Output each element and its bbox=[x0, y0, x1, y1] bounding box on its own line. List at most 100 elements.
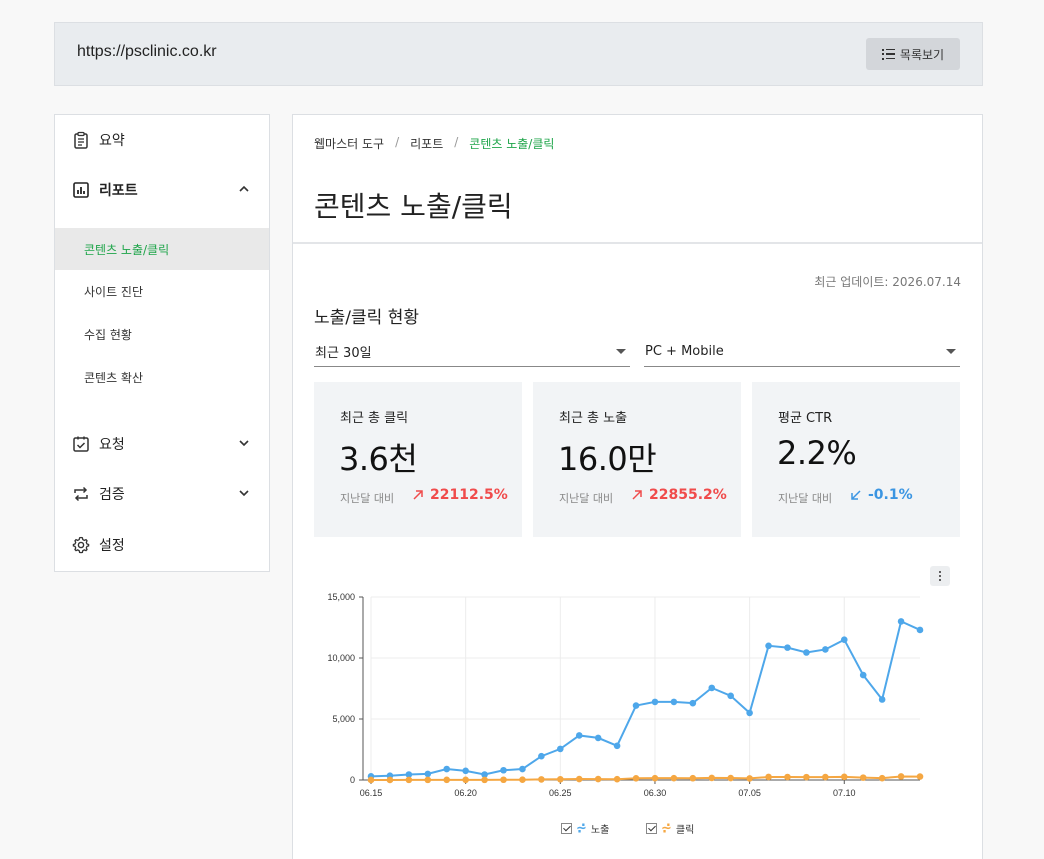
stat-label: 최근 총 노출 bbox=[559, 411, 628, 426]
data-point bbox=[859, 774, 867, 781]
breadcrumb-root[interactable]: 웹마스터 도구 bbox=[314, 135, 384, 152]
sidebar-item-summary[interactable]: 요약 bbox=[55, 120, 269, 160]
legend-item-clicks[interactable]: ⩫ 클릭 bbox=[646, 821, 694, 836]
y-tick-label: 0 bbox=[350, 775, 355, 785]
caret-down-icon bbox=[616, 349, 626, 354]
data-point bbox=[708, 684, 716, 692]
y-tick-label: 5,000 bbox=[332, 714, 355, 724]
data-point bbox=[481, 776, 488, 784]
data-point bbox=[594, 775, 602, 783]
period-select[interactable]: 최근 30일 bbox=[314, 337, 630, 367]
stat-compare-label: 지난달 대비 bbox=[340, 492, 395, 505]
chevron-down-icon[interactable] bbox=[237, 486, 251, 500]
sidebar-item-request[interactable]: 요청 bbox=[55, 424, 269, 464]
stat-value: 2.2% bbox=[777, 434, 857, 472]
legend-checkbox[interactable] bbox=[561, 823, 572, 834]
sidebar-item-settings[interactable]: 설정 bbox=[55, 525, 269, 565]
main-panel: 웹마스터 도구 / 리포트 / 콘텐츠 노출/클릭 콘텐츠 노출/클릭 최근 업… bbox=[292, 114, 983, 859]
data-point bbox=[632, 702, 640, 709]
data-point bbox=[462, 767, 469, 775]
series-line-impressions bbox=[370, 619, 921, 778]
breadcrumb: 웹마스터 도구 / 리포트 / 콘텐츠 노출/클릭 bbox=[314, 135, 554, 152]
legend-item-impressions[interactable]: ⩫ 노출 bbox=[561, 821, 609, 836]
device-select-value: PC + Mobile bbox=[645, 344, 724, 359]
data-point bbox=[822, 773, 829, 781]
stat-change-value: 22112.5% bbox=[430, 487, 508, 503]
series-swatch-icon: ⩫ bbox=[576, 821, 587, 836]
series-swatch-icon: ⩫ bbox=[661, 821, 672, 836]
sidebar-item-report[interactable]: 리포트 bbox=[55, 170, 269, 210]
device-select[interactable]: PC + Mobile bbox=[644, 337, 960, 367]
data-point bbox=[386, 776, 394, 784]
data-point bbox=[727, 774, 734, 782]
data-point bbox=[746, 775, 753, 782]
sidebar-label: 요약 bbox=[99, 133, 125, 149]
data-point bbox=[632, 774, 640, 782]
sidebar-label: 요청 bbox=[99, 437, 125, 453]
stat-value: 16.0만 bbox=[558, 440, 657, 478]
data-point bbox=[670, 698, 678, 706]
data-point bbox=[538, 752, 545, 760]
stat-compare-label: 지난달 대비 bbox=[778, 492, 833, 505]
sidebar-subitem-content-exposure[interactable]: 콘텐츠 노출/클릭 bbox=[55, 228, 269, 270]
list-icon bbox=[881, 48, 895, 60]
data-point bbox=[519, 776, 526, 783]
breadcrumb-separator: / bbox=[454, 135, 459, 149]
dot-icon bbox=[939, 579, 941, 581]
data-point bbox=[897, 618, 905, 625]
sidebar-subitem-collection-status[interactable]: 수집 현황 bbox=[55, 313, 269, 355]
data-point bbox=[897, 773, 905, 780]
stat-label: 최근 총 클릭 bbox=[340, 411, 409, 426]
x-tick-label: 06.25 bbox=[549, 788, 572, 798]
chevron-down-icon[interactable] bbox=[237, 436, 251, 450]
x-tick-label: 06.15 bbox=[360, 788, 383, 798]
url-text[interactable]: https://psclinic.co.kr bbox=[77, 43, 217, 61]
chart-menu-button[interactable] bbox=[930, 566, 950, 586]
breadcrumb-current: 콘텐츠 노출/클릭 bbox=[469, 137, 555, 151]
data-point bbox=[557, 775, 564, 783]
data-point bbox=[613, 742, 621, 750]
clipboard-icon bbox=[72, 131, 90, 149]
data-point bbox=[784, 773, 791, 781]
series-line-clicks bbox=[371, 775, 921, 781]
data-point bbox=[878, 774, 886, 782]
data-point bbox=[727, 692, 734, 700]
divider bbox=[293, 242, 982, 244]
list-view-button[interactable]: 목록보기 bbox=[866, 38, 960, 70]
data-point bbox=[784, 644, 791, 651]
page-title: 콘텐츠 노출/클릭 bbox=[314, 190, 513, 223]
impressions-clicks-chart: 0 5,000 10,000 15,000 06.15 06.20 06.25 06.30 07… bbox=[327, 592, 924, 798]
y-tick-label: 15,000 bbox=[327, 592, 355, 602]
stat-value: 3.6천 bbox=[339, 440, 418, 478]
data-point bbox=[746, 709, 753, 717]
stat-compare-label: 지난달 대비 bbox=[559, 492, 614, 505]
stat-card-ctr: 평균 CTR 2.2% 지난달 대비 -0.1% bbox=[752, 382, 960, 537]
last-updated: 최근 업데이트: 2026.07.14 bbox=[814, 275, 961, 289]
data-point bbox=[670, 774, 678, 782]
legend-label: 노출 bbox=[590, 825, 610, 836]
data-point bbox=[575, 775, 583, 783]
data-point bbox=[840, 636, 848, 643]
section-title: 노출/클릭 현황 bbox=[314, 308, 419, 328]
bar-chart-icon bbox=[72, 181, 90, 199]
data-point bbox=[519, 765, 526, 773]
sidebar-item-verify[interactable]: 검증 bbox=[55, 474, 269, 514]
data-point bbox=[424, 770, 432, 778]
data-point bbox=[613, 775, 621, 783]
sidebar-subitem-site-diagnosis[interactable]: 사이트 진단 bbox=[55, 270, 269, 312]
data-point bbox=[500, 766, 507, 774]
sidebar-subitem-content-spread[interactable]: 콘텐츠 확산 bbox=[55, 356, 269, 398]
checkbox-icon bbox=[72, 435, 90, 453]
legend-checkbox[interactable] bbox=[646, 823, 657, 834]
data-point bbox=[765, 642, 772, 650]
data-point bbox=[878, 696, 886, 703]
data-point bbox=[424, 776, 432, 784]
stat-change: -0.1% bbox=[850, 487, 913, 503]
browser-bar: https://psclinic.co.kr 목록보기 bbox=[54, 22, 983, 86]
data-point bbox=[367, 776, 375, 784]
sidebar: 요약 리포트 콘텐츠 노출/클릭 사이트 진단 수집 현황 콘텐츠 확산 요청 … bbox=[54, 114, 270, 572]
chevron-up-icon[interactable] bbox=[237, 182, 251, 196]
sidebar-label: 리포트 bbox=[99, 183, 138, 199]
breadcrumb-parent[interactable]: 리포트 bbox=[410, 135, 443, 152]
period-select-value: 최근 30일 bbox=[315, 346, 372, 361]
